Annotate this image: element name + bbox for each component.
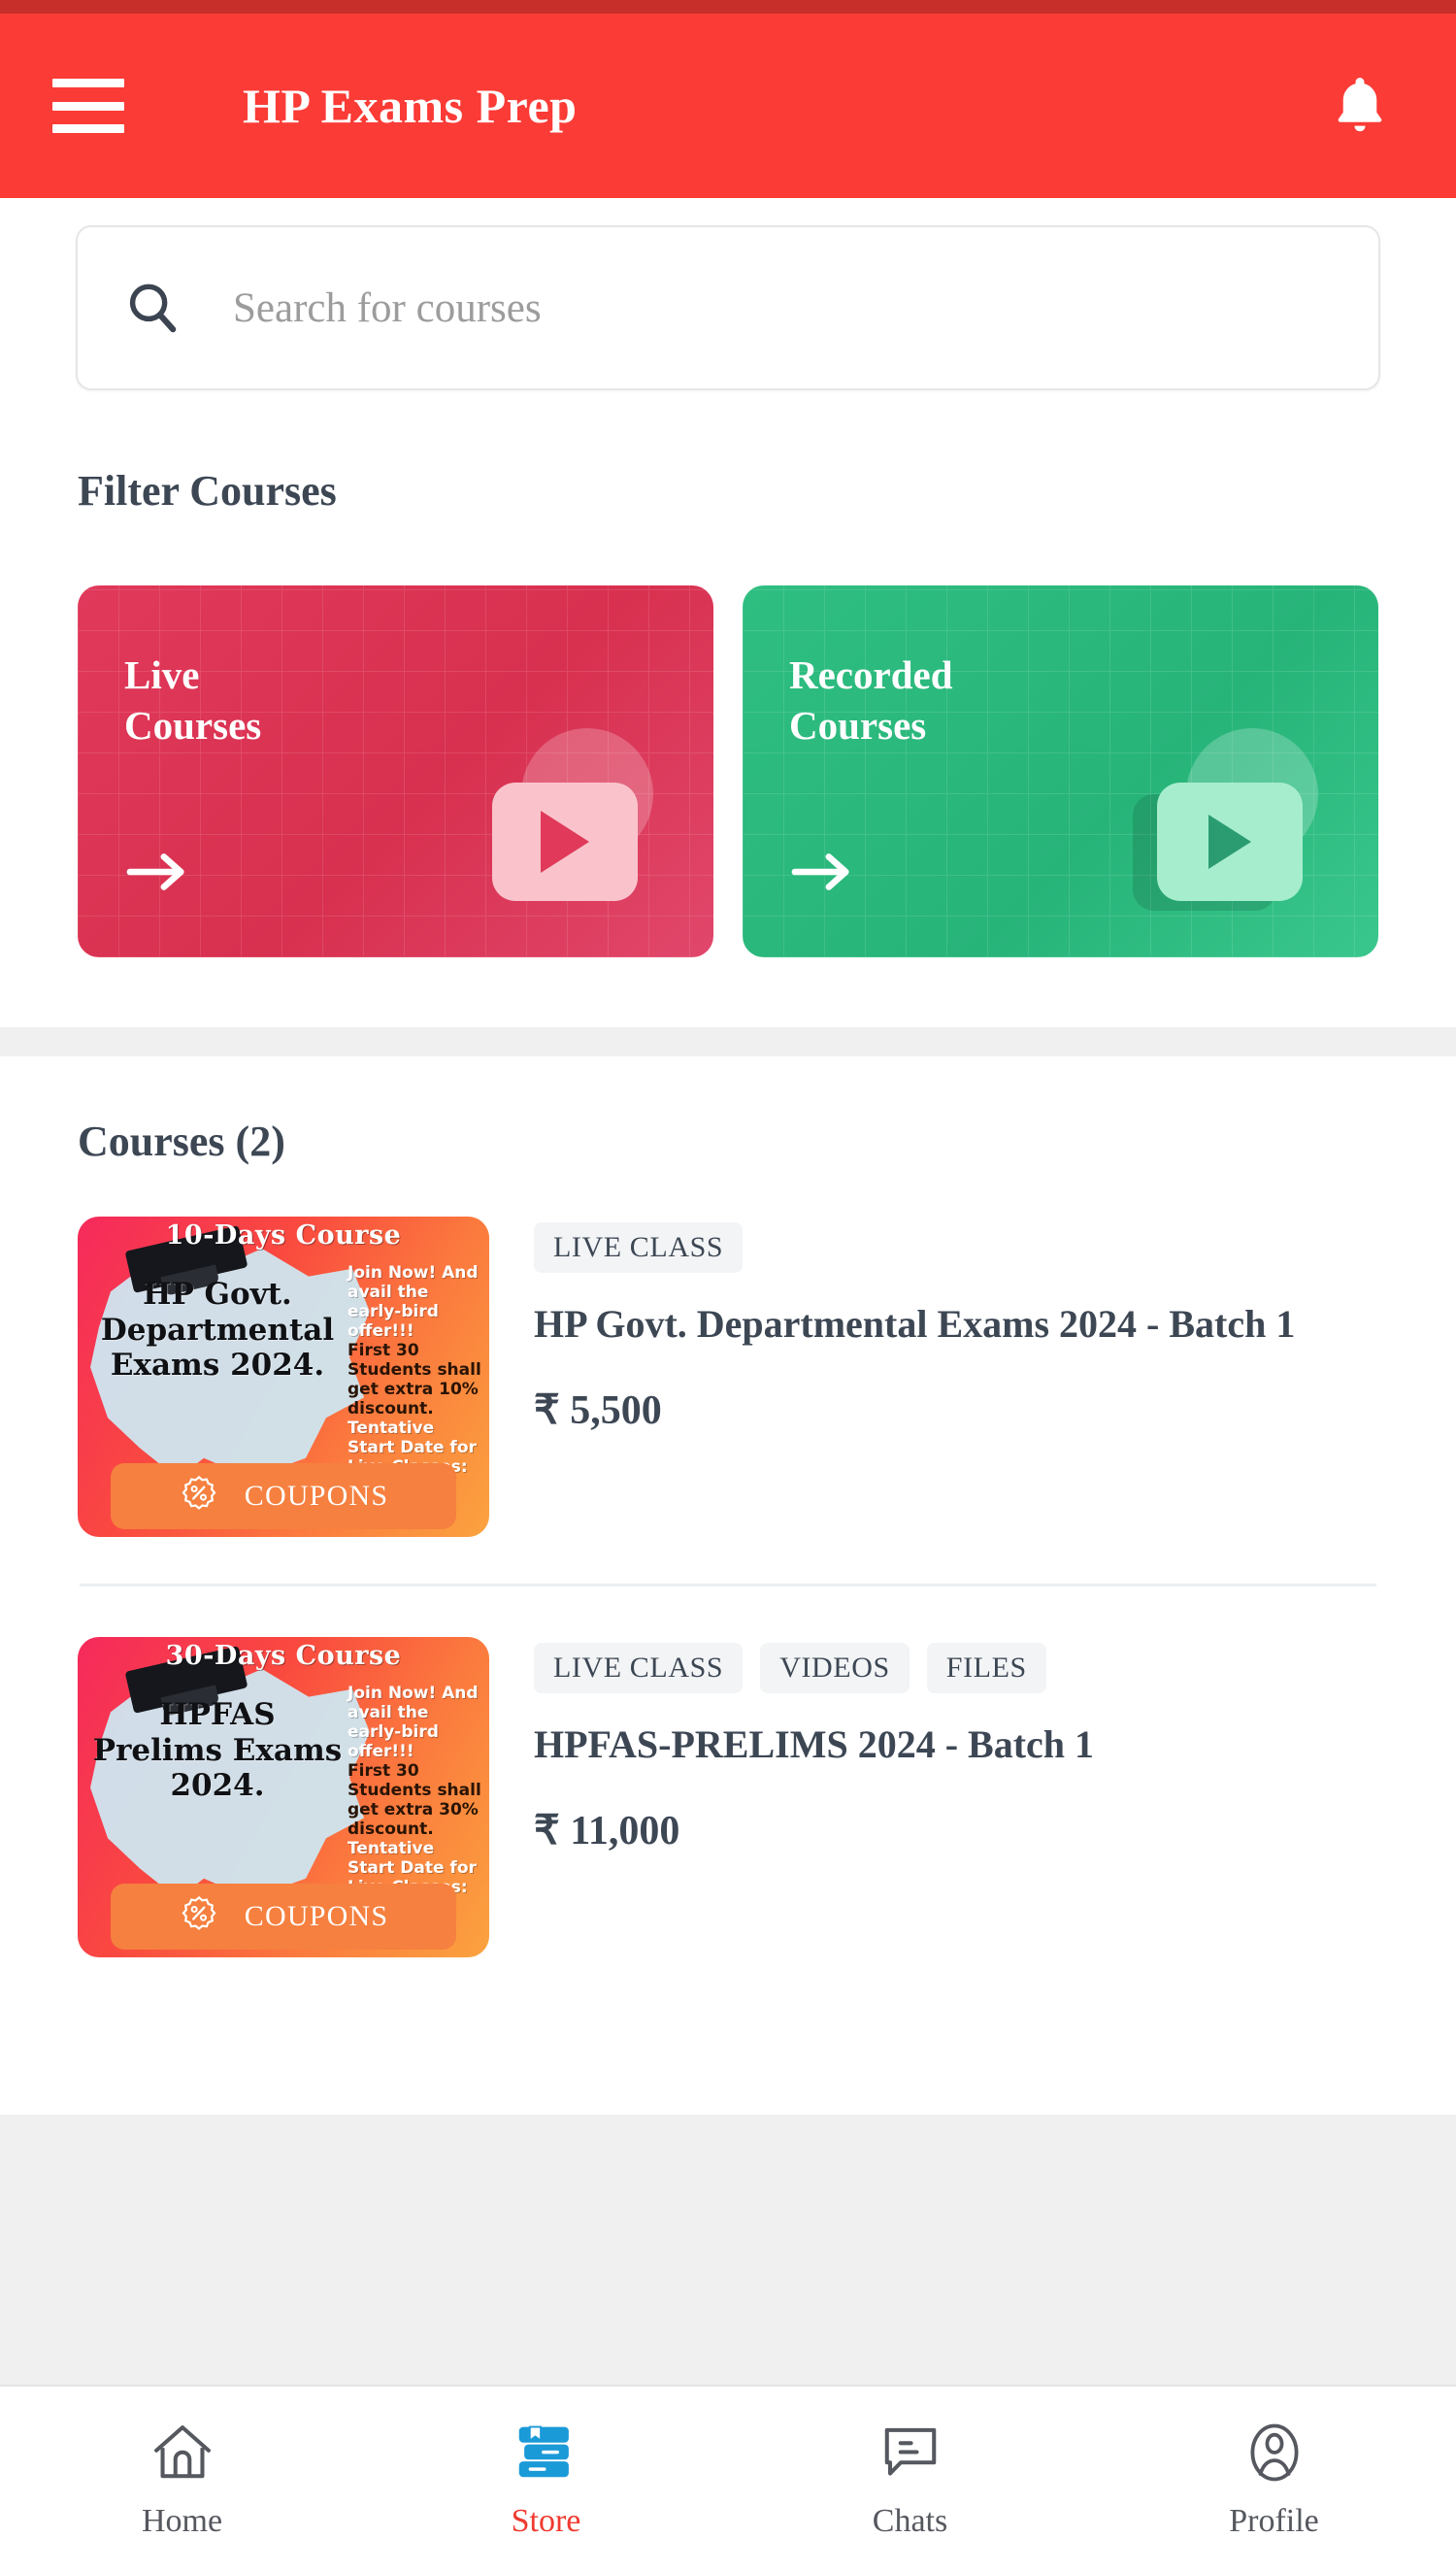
nav-item-home[interactable]: Home	[0, 2418, 364, 2540]
search-section: Search for courses	[0, 198, 1456, 390]
course-tag: FILES	[926, 1643, 1046, 1693]
nav-label-store: Store	[511, 2503, 581, 2539]
search-input[interactable]: Search for courses	[76, 225, 1380, 390]
filter-courses-section: Filter Courses Live Courses Recorded Cou…	[0, 390, 1456, 957]
nav-label-profile: Profile	[1229, 2503, 1319, 2539]
nav-item-store[interactable]: Store	[364, 2418, 728, 2540]
nav-item-chats[interactable]: Chats	[728, 2418, 1092, 2540]
course-price: ₹ 5,500	[534, 1387, 662, 1433]
thumbnail-discount-text: First 30 Students shall get extra 30% di…	[347, 1761, 481, 1840]
filter-card-live-courses[interactable]: Live Courses	[78, 585, 713, 957]
filter-courses-heading: Filter Courses	[78, 467, 337, 515]
thumbnail-top-banner: 10-Days Course	[165, 1220, 402, 1251]
thumbnail-side-text: Join Now! And avail the early-bird offer…	[347, 1684, 483, 1918]
nav-item-profile[interactable]: Profile	[1092, 2418, 1456, 2540]
chat-bubble-icon	[876, 2418, 945, 2488]
filter-card-recorded-label: Recorded Courses	[789, 650, 1109, 751]
user-profile-icon	[1240, 2418, 1309, 2488]
course-tag: VIDEOS	[760, 1643, 910, 1693]
filter-card-recorded-courses[interactable]: Recorded Courses	[743, 585, 1378, 957]
course-title: HP Govt. Departmental Exams 2024 - Batch…	[534, 1302, 1296, 1346]
courses-heading: Courses (2)	[78, 1118, 285, 1165]
coupons-label: COUPONS	[244, 1480, 389, 1512]
percent-badge-icon	[179, 1474, 219, 1519]
live-label-line2: Courses	[124, 703, 262, 749]
filter-cards-row: Live Courses Recorded Courses	[78, 585, 1378, 957]
course-thumbnail: 30-Days Course HPFAS Prelims Exams 2024.…	[78, 1637, 489, 1957]
thumbnail-main-text: HPFAS Prelims Exams 2024.	[92, 1697, 343, 1804]
thumbnail-offer-text: Join Now! And avail the early-bird offer…	[347, 1684, 479, 1762]
home-icon	[148, 2418, 217, 2488]
recorded-label-line2: Courses	[789, 703, 927, 749]
thumbnail-side-text: Join Now! And avail the early-bird offer…	[347, 1263, 483, 1497]
arrow-right-icon[interactable]	[126, 851, 190, 893]
hamburger-menu-icon[interactable]	[52, 79, 124, 133]
coupons-label: COUPONS	[244, 1900, 389, 1932]
page-title: HP Exams Prep	[243, 79, 578, 133]
courses-section: Courses (2) 10-Days Course HP Govt. Depa…	[0, 1056, 1456, 2004]
arrow-right-icon[interactable]	[791, 851, 855, 893]
recorded-label-line1: Recorded	[789, 652, 953, 697]
course-tags: LIVE CLASS VIDEOS FILES	[534, 1643, 1378, 1693]
course-price: ₹ 11,000	[534, 1808, 680, 1853]
course-info: LIVE CLASS VIDEOS FILES HPFAS-PRELIMS 20…	[534, 1637, 1378, 1957]
thumbnail-main-text: HP Govt. Departmental Exams 2024.	[100, 1277, 335, 1384]
status-bar-strip	[0, 0, 1456, 14]
empty-scroll-area	[0, 2115, 1456, 2385]
nav-label-home: Home	[141, 2503, 223, 2539]
notification-bell-icon[interactable]	[1324, 68, 1396, 144]
books-store-icon	[512, 2418, 581, 2488]
course-thumbnail: 10-Days Course HP Govt. Departmental Exa…	[78, 1217, 489, 1537]
search-placeholder-text: Search for courses	[233, 284, 542, 331]
search-icon	[122, 278, 182, 338]
course-tag: LIVE CLASS	[534, 1222, 744, 1273]
course-tags: LIVE CLASS	[534, 1222, 1378, 1273]
thumbnail-offer-text: Join Now! And avail the early-bird offer…	[347, 1263, 479, 1342]
course-title: HPFAS-PRELIMS 2024 - Batch 1	[534, 1722, 1095, 1766]
play-video-icon	[492, 783, 638, 901]
live-label-line1: Live	[124, 652, 200, 697]
bottom-navigation: Home Store Chats Profile	[0, 2385, 1456, 2571]
section-divider-band	[0, 1027, 1456, 1056]
coupons-badge[interactable]: COUPONS	[111, 1884, 456, 1950]
course-list-item[interactable]: 30-Days Course HPFAS Prelims Exams 2024.…	[78, 1586, 1378, 2004]
percent-badge-icon	[179, 1894, 219, 1940]
thumbnail-top-banner: 30-Days Course	[165, 1641, 402, 1671]
filter-card-live-label: Live Courses	[124, 650, 445, 751]
thumbnail-discount-text: First 30 Students shall get extra 10% di…	[347, 1341, 481, 1419]
coupons-badge[interactable]: COUPONS	[111, 1463, 456, 1529]
course-info: LIVE CLASS HP Govt. Departmental Exams 2…	[534, 1217, 1378, 1537]
nav-label-chats: Chats	[872, 2503, 948, 2539]
course-tag: LIVE CLASS	[534, 1643, 744, 1693]
play-video-icon	[1157, 783, 1303, 901]
app-header: HP Exams Prep	[0, 14, 1456, 198]
course-list-item[interactable]: 10-Days Course HP Govt. Departmental Exa…	[78, 1166, 1378, 1584]
app-root: HP Exams Prep Search for courses Filter …	[0, 0, 1456, 2571]
